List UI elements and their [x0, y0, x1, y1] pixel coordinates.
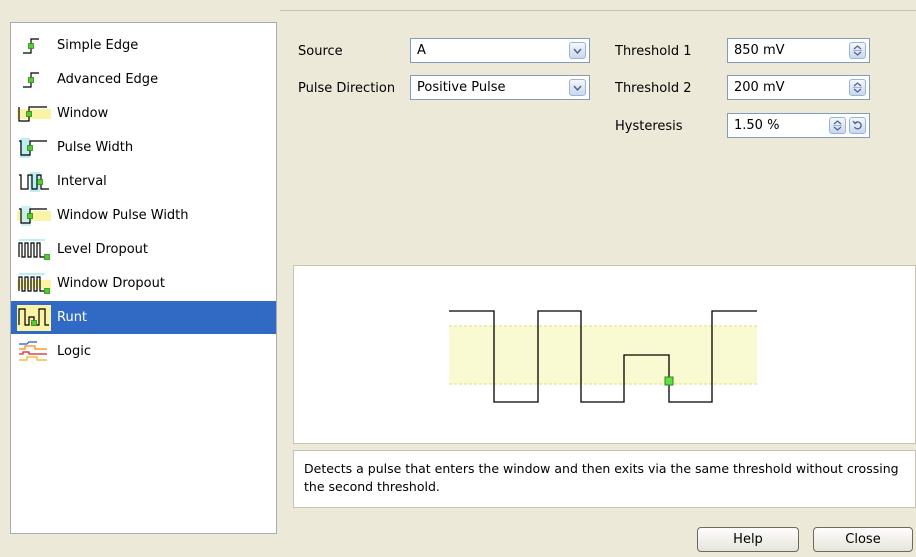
threshold2-label: Threshold 2	[615, 81, 692, 96]
list-item-level-dropout[interactable]: Level Dropout	[11, 233, 276, 266]
hysteresis-spinbox[interactable]: 1.50 %	[727, 113, 870, 138]
threshold-window-band	[449, 326, 757, 384]
chevron-down-icon[interactable]	[569, 79, 586, 96]
spin-updown-icon[interactable]	[849, 42, 866, 59]
list-item-label: Advanced Edge	[57, 72, 159, 87]
spin-updown-icon[interactable]	[829, 117, 846, 134]
source-select[interactable]: A	[410, 38, 590, 63]
window-pulse-width-icon	[17, 203, 55, 229]
list-item-label: Level Dropout	[57, 242, 149, 257]
window-icon	[17, 101, 55, 127]
interval-icon	[17, 169, 55, 195]
list-item-label: Runt	[57, 310, 88, 325]
window-dropout-icon	[17, 271, 55, 297]
trigger-preview-diagram	[293, 265, 916, 444]
list-item-label: Logic	[57, 344, 91, 359]
list-item-interval[interactable]: Interval	[11, 165, 276, 198]
source-value: A	[417, 43, 426, 58]
hysteresis-label: Hysteresis	[615, 119, 683, 134]
list-item-label: Window Pulse Width	[57, 208, 189, 223]
list-item-simple-edge[interactable]: Simple Edge	[11, 29, 276, 62]
reset-icon[interactable]	[849, 117, 866, 134]
pulse-direction-select[interactable]: Positive Pulse	[410, 75, 590, 100]
list-item-label: Simple Edge	[57, 38, 139, 53]
pulse-width-icon	[17, 135, 55, 161]
threshold1-spinbox[interactable]: 850 mV	[727, 38, 870, 63]
trigger-description: Detects a pulse that enters the window a…	[293, 450, 916, 508]
trigger-point-marker	[664, 376, 674, 386]
threshold2-spinbox[interactable]: 200 mV	[727, 75, 870, 100]
list-item-label: Window Dropout	[57, 276, 165, 291]
panel-top-divider	[280, 10, 916, 11]
list-item-label: Pulse Width	[57, 140, 134, 155]
runt-icon	[17, 304, 55, 331]
logic-icon	[17, 339, 55, 365]
pulse-direction-value: Positive Pulse	[417, 80, 506, 95]
list-item-pulse-width[interactable]: Pulse Width	[11, 131, 276, 164]
trigger-settings-panel: Source A Pulse Direction Positive Pulse …	[280, 10, 916, 518]
list-item-advanced-edge[interactable]: Advanced Edge	[11, 63, 276, 96]
list-item-logic[interactable]: Logic	[11, 335, 276, 368]
runt-waveform-diagram	[449, 310, 757, 403]
list-item-label: Window	[57, 106, 109, 121]
trigger-type-list[interactable]: Simple Edge Advanced Edge Window Pulse W…	[10, 22, 277, 534]
list-item-window[interactable]: Window	[11, 97, 276, 130]
list-item-window-dropout[interactable]: Window Dropout	[11, 267, 276, 300]
level-dropout-icon	[17, 237, 55, 263]
hysteresis-value: 1.50 %	[734, 118, 780, 133]
list-item-label: Interval	[57, 174, 107, 189]
threshold1-value: 850 mV	[734, 43, 785, 58]
source-label: Source	[298, 44, 343, 59]
simple-edge-icon	[17, 33, 55, 59]
threshold1-label: Threshold 1	[615, 44, 692, 59]
help-button[interactable]: Help	[697, 527, 799, 552]
pulse-direction-label: Pulse Direction	[298, 81, 396, 96]
list-item-runt[interactable]: Runt	[11, 301, 276, 334]
advanced-edge-icon	[17, 67, 55, 93]
spin-updown-icon[interactable]	[849, 79, 866, 96]
list-item-window-pulse-width[interactable]: Window Pulse Width	[11, 199, 276, 232]
close-button[interactable]: Close	[813, 527, 913, 552]
threshold2-value: 200 mV	[734, 80, 785, 95]
chevron-down-icon[interactable]	[569, 42, 586, 59]
